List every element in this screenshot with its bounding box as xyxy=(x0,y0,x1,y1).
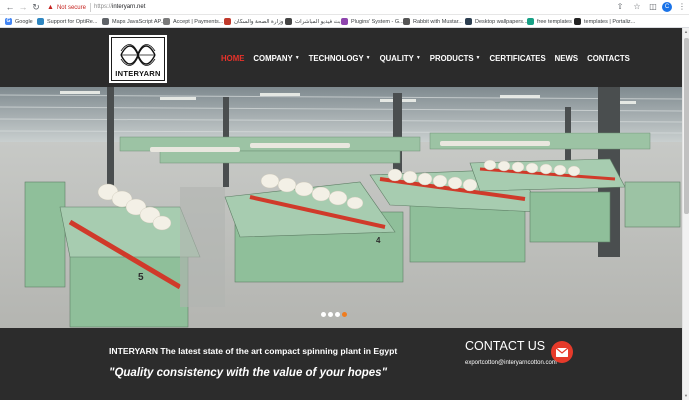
bookmark-item[interactable]: وزارة الصحة والسكان ... xyxy=(224,17,290,26)
company-tagline: INTERYARN The latest state of the art co… xyxy=(109,346,398,356)
google-icon: G xyxy=(5,18,12,25)
menu-technology[interactable]: TECHNOLOGY ▼ xyxy=(309,54,371,63)
company-quote: "Quality consistency with the value of y… xyxy=(109,367,388,379)
site-header: INTERYARN HOME COMPANY ▼ TECHNOLOGY ▼ QUAL… xyxy=(0,28,682,87)
main-menu: HOME COMPANY ▼ TECHNOLOGY ▼ QUALITY ▼ PRODU… xyxy=(221,52,639,64)
logo-mark-icon xyxy=(120,44,156,66)
template-icon xyxy=(527,18,534,25)
url-field[interactable]: https://interyarn.net xyxy=(94,3,145,12)
slider-pagination xyxy=(321,312,349,317)
contact-title: CONTACT US xyxy=(465,339,546,353)
scroll-up-icon[interactable]: ▲ xyxy=(683,28,689,36)
caret-down-icon: ▼ xyxy=(415,55,421,61)
menu-news[interactable]: NEWS xyxy=(555,54,578,63)
envelope-icon xyxy=(555,347,569,357)
ministry-icon xyxy=(224,18,231,25)
warning-icon: ▲ xyxy=(47,4,54,11)
mail-button[interactable] xyxy=(551,341,573,363)
bookmark-item[interactable]: Maps JavaScript AP... xyxy=(102,17,165,26)
machine-number-label: 5 xyxy=(138,272,144,283)
bookmark-item[interactable]: Support for OptiRe... xyxy=(37,17,97,26)
caret-down-icon: ▼ xyxy=(365,55,371,61)
caret-down-icon: ▼ xyxy=(475,55,481,61)
factory-floor-image: 5 4 xyxy=(0,87,682,328)
security-label: Not secure xyxy=(56,4,86,11)
page-scrollbar[interactable]: ▲ ▼ xyxy=(682,28,689,400)
hero-slider[interactable]: 5 4 xyxy=(0,87,682,328)
slider-dot[interactable] xyxy=(328,312,333,317)
bookmark-item[interactable]: Plugins' System - G... xyxy=(341,17,404,26)
url-scheme: https:// xyxy=(94,4,113,10)
menu-kebab-icon[interactable]: ⋮ xyxy=(676,1,688,13)
menu-certificates[interactable]: CERTIFICATES xyxy=(490,54,546,63)
bookmark-item[interactable]: بث فيديو المباشرات xyxy=(285,17,341,26)
machine-number-label: 4 xyxy=(376,236,381,245)
wallpaper-icon xyxy=(465,18,472,25)
bookmark-star-icon[interactable]: ☆ xyxy=(631,1,643,13)
contact-email[interactable]: exportcotton@interyarncotton.com xyxy=(465,360,557,366)
site-logo[interactable]: INTERYARN xyxy=(109,35,167,83)
bookmark-item[interactable]: templates | Portaliz... xyxy=(574,17,635,26)
globe-icon xyxy=(37,18,44,25)
bookmark-item[interactable]: free templates xyxy=(527,17,572,26)
bookmark-item[interactable]: G Google xyxy=(5,17,33,26)
back-arrow-icon[interactable]: ← xyxy=(4,1,16,13)
slider-dot-active[interactable] xyxy=(342,312,347,317)
menu-contacts[interactable]: CONTACTS xyxy=(587,54,630,63)
bookmark-item[interactable]: Accept | Payments... xyxy=(163,17,223,26)
bookmarks-bar: G Google Support for OptiRe... Maps JavaS… xyxy=(0,15,689,28)
share-icon[interactable]: ⇧ xyxy=(614,1,626,13)
sidepanel-icon[interactable]: ◫ xyxy=(647,1,659,13)
browser-address-bar: ← → ↻ ▲ Not secure https://interyarn.net… xyxy=(0,0,689,15)
security-indicator[interactable]: ▲ Not secure xyxy=(47,2,86,13)
logo-text: INTERYARN xyxy=(115,69,161,78)
menu-quality[interactable]: QUALITY ▼ xyxy=(380,54,421,63)
globe-icon xyxy=(285,18,292,25)
bookmark-item[interactable]: Desktop wallpapers... xyxy=(465,17,528,26)
footer-band xyxy=(0,328,682,400)
profile-avatar[interactable]: C xyxy=(662,2,672,12)
scroll-thumb[interactable] xyxy=(684,38,689,214)
menu-home[interactable]: HOME xyxy=(221,54,244,63)
slider-dot[interactable] xyxy=(321,312,326,317)
url-separator xyxy=(90,3,91,12)
slider-dot[interactable] xyxy=(335,312,340,317)
reload-icon[interactable]: ↻ xyxy=(30,1,42,13)
url-host: interyarn.net xyxy=(112,4,146,10)
menu-products[interactable]: PRODUCTS ▼ xyxy=(430,54,481,63)
portal-icon xyxy=(574,18,581,25)
maps-icon xyxy=(102,18,109,25)
plugins-icon xyxy=(341,18,348,25)
payments-icon xyxy=(163,18,170,25)
rabbit-icon xyxy=(403,18,410,25)
bookmark-item[interactable]: Rabbit with Mustar... xyxy=(403,17,463,26)
forward-arrow-icon[interactable]: → xyxy=(17,1,29,13)
scroll-down-icon[interactable]: ▼ xyxy=(683,392,689,400)
menu-company[interactable]: COMPANY ▼ xyxy=(253,54,299,63)
caret-down-icon: ▼ xyxy=(294,55,300,61)
